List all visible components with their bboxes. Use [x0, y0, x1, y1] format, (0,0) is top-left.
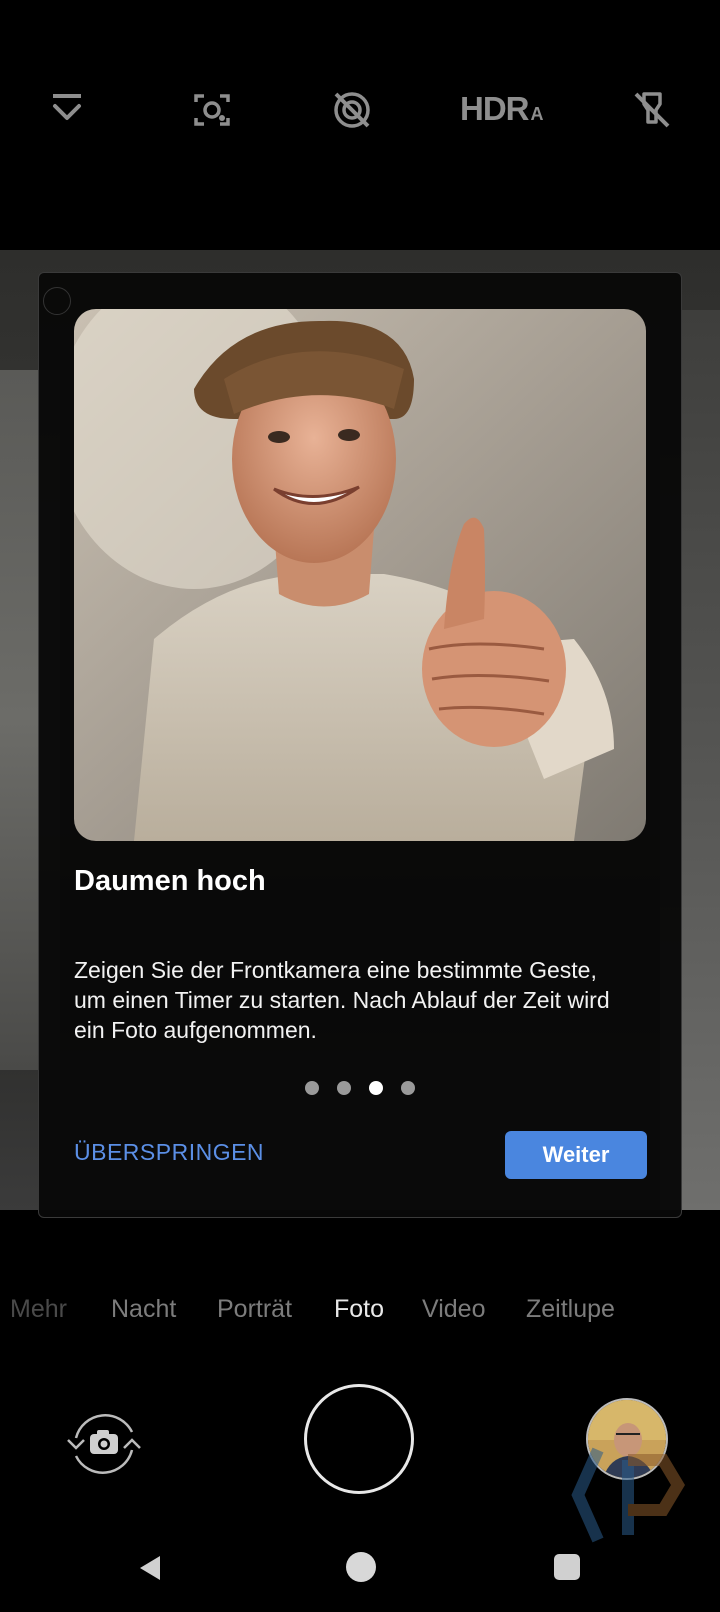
switch-camera-button[interactable]: [62, 1402, 146, 1486]
watermark-logo: [568, 1440, 698, 1550]
camera-mode-selector: Mehr Nacht Porträt Foto Video Zeitlupe: [0, 1295, 720, 1335]
mode-portrait[interactable]: Porträt: [217, 1295, 292, 1324]
page-dot-4: [401, 1081, 415, 1095]
page-dot-2: [337, 1081, 351, 1095]
mode-more[interactable]: Mehr: [10, 1295, 67, 1324]
mode-video[interactable]: Video: [422, 1295, 486, 1324]
mode-night[interactable]: Nacht: [111, 1295, 176, 1324]
info-icon: [43, 287, 71, 315]
lens-icon[interactable]: [190, 88, 234, 132]
back-icon[interactable]: [136, 1553, 166, 1588]
page-indicator: [39, 1081, 681, 1095]
recent-apps-icon[interactable]: [554, 1554, 580, 1580]
camera-screen: HDR A Daumen hoch Zeigen Sie der Frontka…: [0, 0, 720, 1612]
collapse-icon[interactable]: [45, 88, 89, 132]
shutter-button[interactable]: [304, 1384, 414, 1494]
flash-off-icon[interactable]: [630, 88, 674, 132]
mode-slow-motion[interactable]: Zeitlupe: [526, 1295, 615, 1324]
system-navigation-bar: [0, 1545, 720, 1595]
motion-off-icon[interactable]: [330, 88, 374, 132]
hdr-suffix: A: [530, 104, 544, 124]
hdr-label: HDR: [460, 90, 529, 127]
switch-camera-icon: [67, 1414, 141, 1474]
top-toolbar: HDR A: [0, 70, 720, 150]
next-button[interactable]: Weiter: [505, 1131, 647, 1179]
hdr-auto-icon[interactable]: HDR A: [460, 90, 544, 128]
dialog-title: Daumen hoch: [74, 865, 266, 897]
page-dot-1: [305, 1081, 319, 1095]
skip-button[interactable]: ÜBERSPRINGEN: [74, 1139, 264, 1166]
thumbs-up-illustration: [74, 309, 646, 841]
dialog-description: Zeigen Sie der Frontkamera eine bestimmt…: [74, 957, 610, 1043]
thumbs-up-person-image: [74, 309, 646, 841]
mode-photo[interactable]: Foto: [334, 1295, 384, 1324]
home-icon[interactable]: [346, 1552, 376, 1582]
page-dot-3-active: [369, 1081, 383, 1095]
gesture-tutorial-dialog: Daumen hoch Zeigen Sie der Frontkamera e…: [38, 272, 682, 1218]
